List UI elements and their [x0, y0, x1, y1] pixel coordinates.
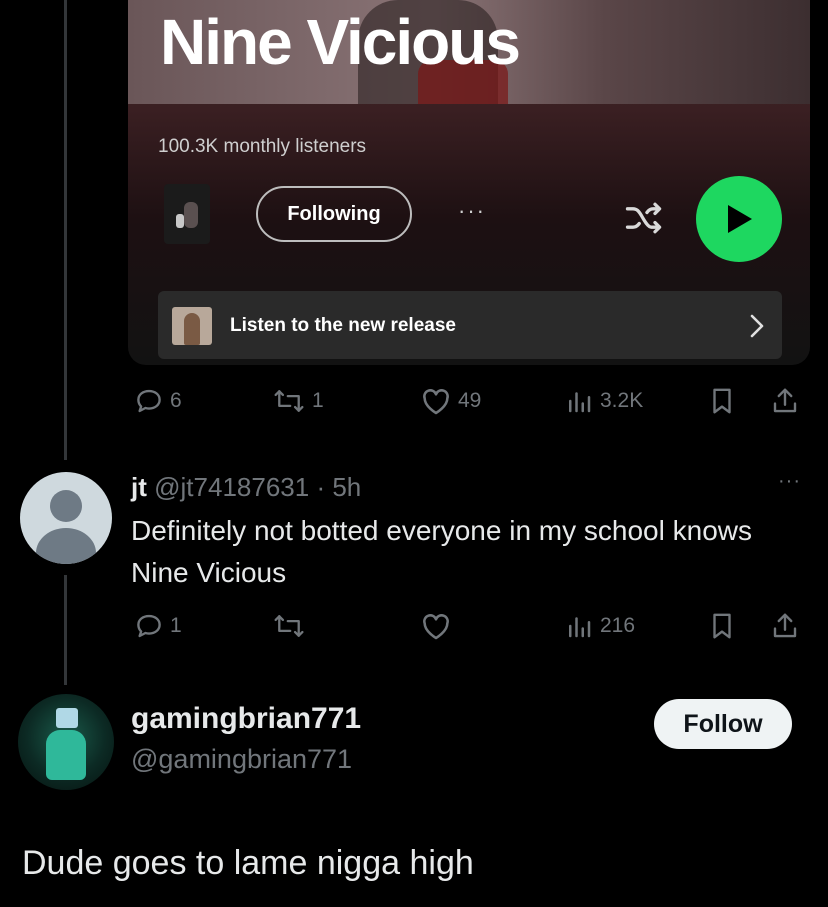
- avatar[interactable]: [20, 472, 112, 564]
- reply-handle[interactable]: @jt74187631: [154, 472, 309, 502]
- views-count: 216: [600, 614, 636, 637]
- share-icon: [773, 388, 797, 413]
- following-button[interactable]: Following: [256, 186, 412, 242]
- repost-action[interactable]: 1: [272, 381, 324, 421]
- monthly-listeners: 100.3K monthly listeners: [158, 136, 367, 157]
- reply-action[interactable]: 6: [134, 381, 182, 421]
- reply-icon: [137, 389, 161, 413]
- artist-name: Nine Vicious: [160, 6, 521, 78]
- thread-line: [64, 575, 67, 685]
- shuffle-icon[interactable]: [622, 196, 666, 245]
- views-action[interactable]: 3.2K: [564, 381, 643, 421]
- views-icon: [569, 617, 591, 638]
- bookmark-icon: [713, 388, 731, 414]
- post-text: Dude goes to lame nigga high: [22, 844, 474, 882]
- bookmark-action[interactable]: [708, 381, 736, 421]
- new-release-banner[interactable]: Listen to the new release: [158, 291, 782, 359]
- like-icon: [423, 614, 449, 640]
- reply-icon: [137, 614, 161, 638]
- post-actions-row: 6 1 49 3.2K: [128, 381, 818, 421]
- chevron-right-icon: [744, 311, 770, 346]
- new-release-label: Listen to the new release: [230, 315, 456, 336]
- views-action[interactable]: 216: [564, 606, 635, 646]
- repost-action[interactable]: [272, 606, 306, 646]
- repost-count: 1: [312, 389, 324, 412]
- like-action[interactable]: 49: [420, 381, 481, 421]
- reply-count: 6: [170, 389, 182, 412]
- repost-icon: [274, 390, 304, 412]
- post-handle[interactable]: @gamingbrian771: [131, 744, 352, 775]
- reply-count: 1: [170, 614, 182, 637]
- more-options-icon[interactable]: ···: [778, 470, 801, 493]
- spotify-artist-card[interactable]: Nine Vicious 100.3K monthly listeners Fo…: [128, 0, 810, 365]
- bookmark-icon: [713, 613, 731, 639]
- play-button[interactable]: [696, 176, 782, 262]
- like-icon: [423, 389, 449, 415]
- follow-button[interactable]: Follow: [654, 699, 792, 749]
- bookmark-action[interactable]: [708, 606, 736, 646]
- reply-timestamp[interactable]: · 5h: [316, 472, 361, 502]
- reply-header: jt @jt74187631 · 5h: [131, 470, 361, 504]
- avatar[interactable]: [18, 694, 114, 790]
- reply-text: Definitely not botted everyone in my sch…: [131, 515, 752, 588]
- artist-cover-thumbnail[interactable]: [164, 184, 210, 244]
- play-icon: [728, 205, 752, 233]
- repost-icon: [274, 615, 304, 637]
- reply-display-name[interactable]: jt: [131, 472, 147, 502]
- views-count: 3.2K: [600, 389, 644, 412]
- post-display-name[interactable]: gamingbrian771: [131, 702, 361, 736]
- share-action[interactable]: [770, 381, 800, 421]
- reply-action[interactable]: 1: [134, 606, 182, 646]
- share-icon: [773, 613, 797, 638]
- views-icon: [569, 392, 591, 413]
- like-action[interactable]: [420, 606, 452, 646]
- share-action[interactable]: [770, 606, 800, 646]
- like-count: 49: [458, 389, 482, 412]
- reply-actions-row: 1 216: [128, 606, 818, 646]
- thread-line: [64, 0, 67, 460]
- release-thumbnail: [172, 307, 212, 345]
- more-options-icon[interactable]: ···: [458, 198, 486, 224]
